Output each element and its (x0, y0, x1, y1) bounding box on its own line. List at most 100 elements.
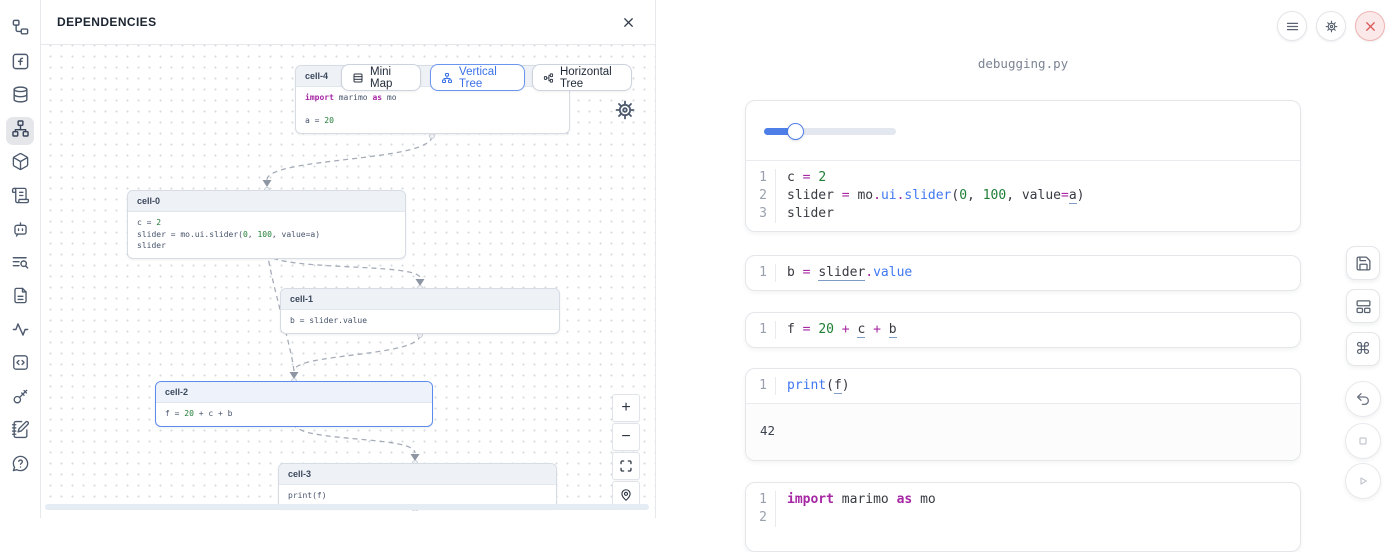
code-editor[interactable]: c = 2 slider = mo.ui.slider(0, 100, valu… (776, 169, 1300, 223)
top-actions (1277, 11, 1385, 41)
keyboard-shortcuts-button[interactable]: ⌘ (1346, 332, 1380, 366)
horizontal-scrollbar[interactable] (45, 504, 649, 510)
code-editor[interactable]: print(f) (776, 377, 1300, 395)
slider-widget[interactable] (764, 128, 896, 135)
undo-icon (1355, 391, 1371, 407)
notebook-area: debugging.py 1 2 3 c = 2 slider = mo.ui.… (656, 0, 1400, 518)
graph-settings-button[interactable] (613, 98, 637, 122)
layout-icon (1355, 298, 1372, 315)
node-title: cell-2 (156, 382, 432, 403)
rail-item-logs[interactable] (6, 251, 34, 279)
close-panel-button[interactable] (617, 11, 639, 33)
code-editor[interactable]: import marimo as mo (776, 491, 1300, 527)
notebook-cell: 1 2 import marimo as mo (745, 482, 1301, 552)
line-numbers: 1 2 3 (746, 169, 776, 223)
node-title: cell-1 (281, 289, 559, 310)
rail-item-snippets[interactable] (6, 351, 34, 379)
pin-icon (619, 488, 633, 502)
scroll-text-icon (11, 186, 30, 210)
rail-item-documentation[interactable] (6, 184, 34, 212)
play-icon (1355, 473, 1371, 489)
view-button-vertical-tree[interactable]: Vertical Tree (430, 64, 525, 91)
horizontal-tree-icon (543, 71, 554, 85)
notebook-filename: debugging.py (745, 56, 1301, 71)
stop-icon (1355, 433, 1371, 449)
shutdown-button[interactable] (1355, 11, 1385, 41)
rail-item-file-explorer[interactable] (6, 16, 34, 44)
code-square-icon (11, 353, 30, 377)
gear-icon (1324, 19, 1339, 34)
graph-node-cell-2[interactable]: cell-2 f = 20 + c + b (155, 381, 433, 427)
graph-node-cell-3[interactable]: cell-3 print(f) (278, 463, 557, 509)
file-text-icon (11, 286, 30, 310)
node-code: b = slider.value (281, 310, 559, 333)
fullscreen-icon (619, 459, 633, 473)
fit-view-button[interactable] (612, 452, 640, 480)
line-numbers: 1 (746, 377, 776, 395)
layout-button[interactable] (1346, 289, 1380, 323)
dependencies-panel: DEPENDENCIES (41, 0, 656, 518)
command-icon: ⌘ (1355, 341, 1371, 357)
key-icon (11, 387, 30, 411)
rail-item-secrets[interactable] (6, 385, 34, 413)
save-icon (1355, 255, 1372, 272)
rail-item-help[interactable] (6, 452, 34, 480)
function-square-icon (11, 52, 30, 76)
code-editor[interactable]: b = slider.value (776, 264, 1300, 282)
vertical-tree-icon (441, 71, 453, 85)
activity-icon (11, 320, 30, 344)
notebook-cell: 1 f = 20 + c + b (745, 312, 1301, 348)
zoom-in-button[interactable]: + (612, 394, 640, 422)
graph-zoom-controls: + − (612, 394, 640, 509)
notebook-settings-button[interactable] (1316, 11, 1346, 41)
panel-header: DEPENDENCIES (41, 0, 655, 45)
graph-node-cell-1[interactable]: cell-1 b = slider.value (280, 288, 560, 334)
activity-rail (0, 0, 41, 518)
node-title: cell-0 (128, 191, 405, 212)
rail-item-functions[interactable] (6, 50, 34, 78)
gear-icon (613, 98, 637, 122)
rail-item-ai-chat[interactable] (6, 217, 34, 245)
network-icon (11, 119, 30, 143)
package-icon (11, 152, 30, 176)
view-button-mini-map[interactable]: Mini Map (341, 64, 421, 91)
line-numbers: 1 (746, 264, 776, 282)
rail-item-tracing[interactable] (6, 318, 34, 346)
code-editor[interactable]: f = 20 + c + b (776, 321, 1300, 339)
database-icon (11, 85, 30, 109)
bot-chat-icon (11, 219, 30, 243)
node-code: import marimo as mo a = 20 (296, 87, 569, 133)
stop-button[interactable] (1345, 423, 1381, 459)
save-button[interactable] (1346, 246, 1380, 280)
notebook-cell: 1 b = slider.value (745, 255, 1301, 291)
text-search-icon (11, 253, 30, 277)
run-button[interactable] (1345, 463, 1381, 499)
rail-item-dependency-graph[interactable] (6, 117, 34, 145)
slider-handle[interactable] (787, 123, 804, 140)
graph-node-cell-0[interactable]: cell-0 c = 2 slider = mo.ui.slider(0, 10… (127, 190, 406, 259)
notebook-pen-icon (11, 420, 30, 444)
zoom-out-button[interactable]: − (612, 423, 640, 451)
rail-item-outline[interactable] (6, 284, 34, 312)
help-chat-icon (11, 454, 30, 478)
notebook-menu-button[interactable] (1277, 11, 1307, 41)
node-code: f = 20 + c + b (156, 403, 432, 426)
close-icon (621, 15, 636, 30)
node-code: c = 2 slider = mo.ui.slider(0, 100, valu… (128, 212, 405, 258)
rail-item-datasources[interactable] (6, 83, 34, 111)
rail-item-packages[interactable] (6, 150, 34, 178)
dependency-graph-canvas[interactable]: cell-4 import marimo as mo a = 20 cell-0… (41, 45, 655, 511)
cell-console-output: 42 (746, 403, 1300, 460)
menu-icon (1285, 19, 1300, 34)
panel-title: DEPENDENCIES (57, 15, 157, 29)
file-tree-icon (11, 18, 30, 42)
line-numbers: 1 2 (746, 491, 776, 527)
view-button-horizontal-tree[interactable]: Horizontal Tree (532, 64, 632, 91)
mini-map-icon (352, 71, 364, 85)
rail-item-scratchpad[interactable] (6, 418, 34, 446)
cell-output-slider (746, 101, 1300, 161)
undo-button[interactable] (1345, 381, 1381, 417)
notebook-cell: 1 2 3 c = 2 slider = mo.ui.slider(0, 100… (745, 100, 1301, 232)
notebook-cell: 1 print(f) 42 (745, 368, 1301, 461)
close-icon (1363, 19, 1378, 34)
